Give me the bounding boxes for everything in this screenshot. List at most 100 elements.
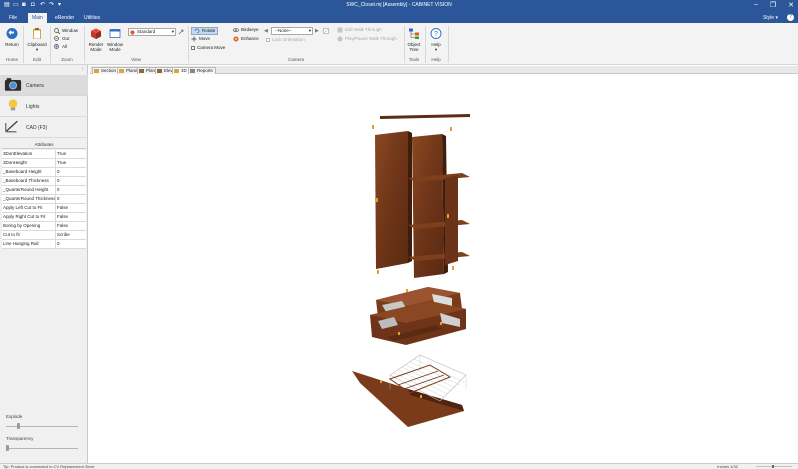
elevation-icon xyxy=(157,69,162,73)
render-mode-button[interactable]: Render Mode xyxy=(87,27,105,52)
camera-save-icon[interactable] xyxy=(323,28,329,34)
rotate-button[interactable]: Rotate xyxy=(191,27,219,35)
hardware-pin[interactable] xyxy=(377,270,379,274)
top-panel[interactable] xyxy=(380,114,470,119)
attribute-value[interactable]: False xyxy=(56,222,86,230)
camera-move-checkbox[interactable]: Camera Move xyxy=(191,45,225,51)
hardware-pin[interactable] xyxy=(447,214,449,218)
camera-view-combo[interactable]: --None-- ▾ xyxy=(271,27,313,35)
ribbon: Return Home Clipboard ▾ Edit Window Out … xyxy=(0,23,798,65)
svg-text:?: ? xyxy=(434,31,438,38)
tab-file[interactable]: File xyxy=(5,13,21,23)
attribute-row[interactable]: _QuarterRound Height 0 xyxy=(2,186,86,195)
attribute-row[interactable]: Apply Right Cut to Fit False xyxy=(2,213,86,222)
tab-main[interactable]: Main xyxy=(28,13,47,23)
attribute-row[interactable]: Cut to fit Scribe xyxy=(2,231,86,240)
restore-button[interactable]: ❐ xyxy=(770,1,776,9)
hardware-pin[interactable] xyxy=(440,322,442,325)
group-separator xyxy=(23,26,24,63)
birdseye-button[interactable]: Birdseye xyxy=(233,27,259,33)
chevron-down-icon: ▾ xyxy=(35,47,39,52)
attribute-value[interactable]: 0 xyxy=(56,195,86,203)
attribute-value[interactable]: 0 xyxy=(56,186,86,194)
tab-reports[interactable]: Reports xyxy=(188,67,216,74)
close-button[interactable]: ✕ xyxy=(788,1,794,9)
attributes-table: 3DonElevation True 3DonHeight True _Baseboar… xyxy=(2,150,86,249)
enhance-button[interactable]: Enhance xyxy=(233,36,259,42)
hardware-pin[interactable] xyxy=(376,198,378,202)
left-panel-item-lights[interactable]: Lights xyxy=(0,96,88,117)
explode-slider-thumb[interactable] xyxy=(16,423,20,429)
left-panel-item-cad[interactable]: CAD (F3) xyxy=(0,117,88,138)
attribute-value[interactable]: Scribe xyxy=(56,231,86,239)
tab-erender[interactable]: eRender xyxy=(51,13,78,23)
title-bar: ▤ ▭ ◙ ◘ ↶ ↷ ▾ SWC_Closet.mj [Assembly] -… xyxy=(0,0,798,12)
attribute-row[interactable]: Line Hanging Rail 0 xyxy=(2,240,86,249)
attribute-key: Boring by Opening xyxy=(2,222,56,230)
attribute-row[interactable]: _Baseboard Height 0 xyxy=(2,168,86,177)
bottom-panel[interactable] xyxy=(352,371,464,427)
panel-grip-icon[interactable]: ⁝ xyxy=(82,66,84,72)
tab-utilities[interactable]: Utilities xyxy=(80,13,104,23)
ribbon-tabs: File Main eRender Utilities Style ▾ ? xyxy=(0,12,798,23)
window-mode-button[interactable]: Window Mode xyxy=(106,27,124,52)
attribute-row[interactable]: Boring by Opening False xyxy=(2,222,86,231)
attribute-value[interactable]: True xyxy=(56,159,86,167)
transparency-slider-thumb[interactable] xyxy=(6,445,9,451)
exploded-closet-model[interactable] xyxy=(90,75,798,461)
view-style-combo[interactable]: Standard ▾ xyxy=(128,28,176,36)
clipboard-button[interactable]: Clipboard ▾ xyxy=(26,27,48,52)
hardware-pin[interactable] xyxy=(450,127,452,131)
attribute-row[interactable]: _Baseboard Thickness 0 xyxy=(2,177,86,186)
view-tabs: Section Plane Plan Elevation 3D Reports xyxy=(90,66,798,74)
cad-icon xyxy=(5,120,18,133)
attribute-value[interactable]: True xyxy=(56,150,86,158)
help-button[interactable]: ? Help ▾ xyxy=(428,27,444,52)
zoom-out-button[interactable]: Out xyxy=(54,36,69,42)
tab-section[interactable]: Section xyxy=(92,67,120,74)
hardware-pin[interactable] xyxy=(420,395,422,398)
zoom-slider[interactable] xyxy=(754,465,794,468)
checkbox-icon xyxy=(266,38,270,42)
attribute-value[interactable]: 0 xyxy=(56,168,86,176)
explode-slider[interactable] xyxy=(6,423,78,429)
zoom-all-button[interactable]: All xyxy=(54,44,67,50)
attribute-row[interactable]: 3DonElevation True xyxy=(2,150,86,159)
zoom-out-icon xyxy=(54,36,59,41)
camera-next-icon[interactable]: ▶ xyxy=(315,28,319,34)
object-tree-button[interactable]: Object Tree xyxy=(406,27,422,52)
attribute-row[interactable]: Apply Left Cut to Fit False xyxy=(2,204,86,213)
move-icon xyxy=(191,36,197,42)
attribute-value[interactable]: 0 xyxy=(56,240,86,248)
hardware-pin[interactable] xyxy=(406,289,408,292)
camera-prev-icon[interactable]: ◀ xyxy=(264,28,268,34)
attribute-value[interactable]: False xyxy=(56,213,86,221)
zoom-window-button[interactable]: Window xyxy=(54,28,78,34)
attribute-value[interactable]: False xyxy=(56,204,86,212)
lock-orientation-checkbox[interactable]: Lock Orientation xyxy=(266,37,305,43)
move-button[interactable]: Move xyxy=(191,36,210,42)
left-side-panel[interactable] xyxy=(375,131,408,269)
return-button[interactable]: Return xyxy=(4,27,20,47)
return-label: Return xyxy=(5,42,19,47)
attribute-row[interactable]: _QuarterRound Thickness 0 xyxy=(2,195,86,204)
hardware-pin[interactable] xyxy=(398,332,400,335)
minimize-button[interactable]: – xyxy=(754,1,758,9)
left-panel: ⁝ Camera Lights CAD (F3) Attributes 3Don… xyxy=(0,65,88,463)
window-mode-icon xyxy=(109,29,121,38)
transparency-slider[interactable] xyxy=(6,445,78,451)
help-icon[interactable]: ? xyxy=(787,14,794,21)
left-panel-item-camera[interactable]: Camera xyxy=(0,75,88,96)
view-settings-icon[interactable] xyxy=(178,29,184,35)
attribute-row[interactable]: 3DonHeight True xyxy=(2,159,86,168)
play-pause-walk-through-button[interactable]: Play/Pause Walk Through xyxy=(337,36,397,42)
hardware-pin[interactable] xyxy=(372,125,374,129)
edit-walk-through-button[interactable]: Edit Walk Through xyxy=(337,27,382,33)
render-style-icon xyxy=(130,29,135,35)
3d-viewport[interactable] xyxy=(90,75,798,461)
attribute-value[interactable]: 0 xyxy=(56,177,86,185)
style-menu[interactable]: Style ▾ xyxy=(763,13,778,23)
hardware-pin[interactable] xyxy=(452,266,454,270)
group-separator xyxy=(448,26,449,63)
hardware-pin[interactable] xyxy=(380,380,382,383)
